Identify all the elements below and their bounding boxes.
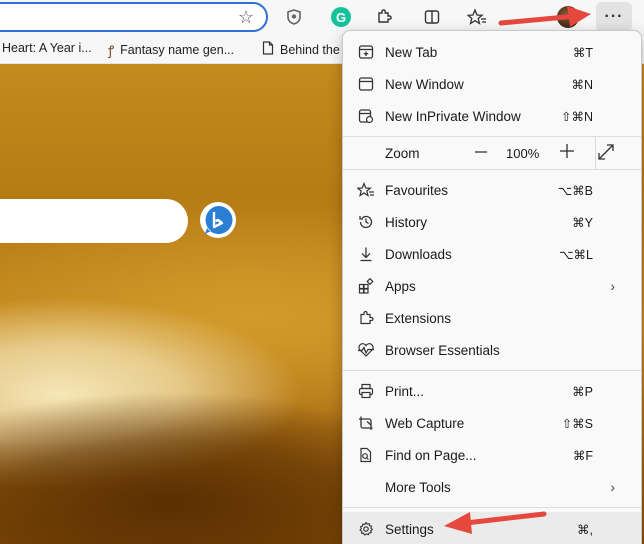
bookmark-item[interactable]: ꝭ Fantasy name gen...	[108, 41, 234, 59]
menu-divider	[343, 169, 641, 170]
menu-item-label: Apps	[385, 278, 416, 294]
menu-item-apps[interactable]: Apps ›	[343, 270, 641, 302]
fullscreen-icon[interactable]	[597, 143, 615, 161]
bookmark-item[interactable]: Behind the	[262, 41, 340, 58]
inprivate-icon	[357, 107, 375, 125]
menu-item-shortcut: ⌥⌘L	[559, 247, 593, 262]
more-button[interactable]: ···	[596, 2, 632, 32]
menu-item-shortcut: ⌘F	[572, 448, 593, 463]
downloads-icon	[357, 245, 375, 263]
menu-item-new-tab[interactable]: New Tab ⌘T	[343, 36, 641, 68]
menu-item-label: Downloads	[385, 246, 452, 262]
menu-item-new-inprivate-window[interactable]: New InPrivate Window ⇧⌘N	[343, 100, 641, 132]
page-icon	[262, 41, 274, 58]
menu-item-shortcut: ⇧⌘N	[560, 109, 593, 124]
menu-item-new-window[interactable]: New Window ⌘N	[343, 68, 641, 100]
menu-item-shortcut: ⌘N	[571, 77, 593, 92]
menu-item-more-tools[interactable]: More Tools ›	[343, 471, 641, 503]
menu-item-label: Print...	[385, 383, 425, 399]
zoom-divider	[595, 137, 596, 169]
bookmark-label: Heart: A Year i...	[2, 41, 92, 55]
split-screen-icon[interactable]	[420, 5, 444, 29]
new-window-icon	[357, 75, 375, 93]
browser-menu: New Tab ⌘T New Window ⌘N New InPrivate W…	[342, 30, 642, 544]
menu-item-browser-essentials[interactable]: Browser Essentials	[343, 334, 641, 366]
menu-item-shortcut: ⌥⌘B	[557, 183, 593, 198]
zoom-value: 100%	[506, 146, 540, 161]
gear-icon	[357, 520, 375, 538]
menu-item-label: Extensions	[385, 310, 452, 326]
menu-item-label: Find on Page...	[385, 447, 477, 463]
bookmark-label: Behind the	[280, 42, 340, 57]
menu-item-find-on-page[interactable]: Find on Page... ⌘F	[343, 439, 641, 471]
grammarly-icon[interactable]: G	[329, 5, 353, 29]
search-input[interactable]	[0, 199, 188, 243]
bookmark-label: Fantasy name gen...	[120, 43, 235, 57]
print-icon	[357, 382, 375, 400]
menu-item-downloads[interactable]: Downloads ⌥⌘L	[343, 238, 641, 270]
figure-icon: ꝭ	[108, 43, 115, 58]
menu-item-print[interactable]: Print... ⌘P	[343, 375, 641, 407]
menu-item-shortcut: ⌘Y	[572, 215, 593, 230]
grammarly-letter: G	[331, 7, 351, 27]
menu-item-label: New InPrivate Window	[385, 108, 521, 124]
find-icon	[357, 446, 375, 464]
menu-item-shortcut: ⇧⌘S	[561, 416, 593, 431]
apps-icon	[357, 277, 375, 295]
chevron-right-icon: ›	[610, 479, 615, 495]
menu-item-label: History	[385, 214, 428, 230]
new-tab-icon	[357, 43, 375, 61]
more-icon: ···	[604, 8, 624, 25]
annotation-arrow-top	[498, 6, 591, 27]
menu-item-label: Browser Essentials	[385, 342, 500, 358]
bookmark-item[interactable]: Heart: A Year i...	[2, 41, 92, 55]
extensions-icon	[357, 309, 375, 327]
menu-divider	[343, 370, 641, 371]
menu-item-label: Favourites	[385, 182, 449, 198]
shield-extension-icon[interactable]	[282, 5, 306, 29]
menu-item-label: Settings	[385, 521, 434, 537]
bing-chat-icon[interactable]	[200, 202, 236, 238]
menu-item-zoom: Zoom 100%	[343, 137, 641, 169]
menu-item-label: Web Capture	[385, 415, 465, 431]
favorites-icon[interactable]	[465, 5, 489, 29]
zoom-label: Zoom	[385, 145, 420, 161]
annotation-arrow-bottom	[444, 511, 547, 534]
chevron-right-icon: ›	[610, 278, 615, 294]
menu-item-label: New Tab	[385, 44, 438, 60]
history-icon	[357, 213, 375, 231]
zoom-in-button[interactable]	[559, 143, 575, 159]
menu-item-shortcut: ⌘,	[577, 522, 593, 537]
favourites-icon	[357, 181, 375, 199]
menu-item-favourites[interactable]: Favourites ⌥⌘B	[343, 174, 641, 206]
menu-item-label: New Window	[385, 76, 464, 92]
menu-item-label: More Tools	[385, 479, 451, 495]
address-bar[interactable]: ☆	[0, 2, 268, 32]
menu-item-extensions[interactable]: Extensions	[343, 302, 641, 334]
extensions-icon[interactable]	[372, 5, 396, 29]
menu-item-web-capture[interactable]: Web Capture ⇧⌘S	[343, 407, 641, 439]
menu-item-history[interactable]: History ⌘Y	[343, 206, 641, 238]
web-capture-icon	[357, 414, 375, 432]
zoom-out-button[interactable]	[473, 145, 489, 161]
star-icon[interactable]: ☆	[238, 7, 254, 27]
menu-item-shortcut: ⌘P	[572, 384, 593, 399]
menu-item-shortcut: ⌘T	[572, 45, 593, 60]
heart-pulse-icon	[357, 341, 375, 359]
